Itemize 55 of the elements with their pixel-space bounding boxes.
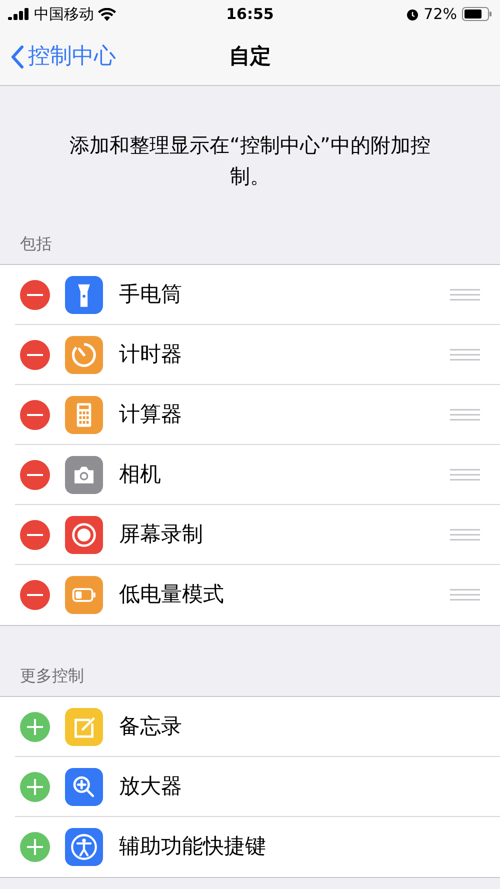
control-label: 备忘录: [119, 713, 183, 740]
battery-percent: 72%: [424, 4, 457, 25]
control-row[interactable]: 相机: [0, 445, 500, 505]
section-header: 包括: [20, 234, 52, 253]
clock-text: 16:55: [226, 4, 274, 25]
accessibility-icon: [65, 828, 103, 866]
back-button[interactable]: 控制中心: [0, 40, 116, 73]
battery-icon: [462, 7, 492, 21]
drag-handle-icon[interactable]: [450, 589, 480, 601]
description-text: 添加和整理显示在“控制中心”中的附加控制。: [70, 133, 430, 188]
magnifier-icon: [65, 768, 103, 806]
signal-icon: [8, 8, 30, 20]
record-icon: [65, 516, 103, 554]
timer-icon: [65, 336, 103, 374]
control-row[interactable]: 计时器: [0, 325, 500, 385]
control-label: 放大器: [119, 773, 183, 800]
note-icon: [65, 708, 103, 746]
drag-handle-icon[interactable]: [450, 469, 480, 481]
control-row[interactable]: 计算器: [0, 385, 500, 445]
remove-icon[interactable]: [20, 580, 50, 610]
flashlight-icon: [65, 276, 103, 314]
calculator-icon: [65, 396, 103, 434]
alarm-icon: [406, 8, 419, 20]
page-title: 自定: [229, 42, 271, 70]
control-row[interactable]: 手电筒: [0, 265, 500, 325]
battery-icon: [65, 576, 103, 614]
wifi-icon: [98, 8, 116, 20]
remove-icon[interactable]: [20, 400, 50, 430]
remove-icon[interactable]: [20, 340, 50, 370]
drag-handle-icon[interactable]: [450, 409, 480, 421]
control-label: 手电筒: [119, 281, 183, 308]
add-icon[interactable]: [20, 772, 50, 802]
drag-handle-icon[interactable]: [450, 349, 480, 361]
control-row[interactable]: 低电量模式: [0, 565, 500, 625]
control-label: 计算器: [119, 401, 183, 428]
remove-icon[interactable]: [20, 460, 50, 490]
add-icon[interactable]: [20, 832, 50, 862]
drag-handle-icon[interactable]: [450, 289, 480, 301]
control-label: 计时器: [119, 341, 183, 368]
control-label: 相机: [119, 461, 162, 488]
remove-icon[interactable]: [20, 520, 50, 550]
add-icon[interactable]: [20, 712, 50, 742]
drag-handle-icon[interactable]: [450, 529, 480, 541]
remove-icon[interactable]: [20, 280, 50, 310]
camera-icon: [65, 456, 103, 494]
section-header: 更多控制: [20, 666, 84, 685]
control-label: 屏幕录制: [119, 521, 204, 548]
control-row[interactable]: 放大器: [0, 757, 500, 817]
chevron-left-icon: [10, 44, 24, 68]
control-row[interactable]: 屏幕录制: [0, 505, 500, 565]
control-label: 低电量模式: [119, 581, 225, 608]
control-row[interactable]: 辅助功能快捷键: [0, 817, 500, 877]
carrier-text: 中国移动: [34, 4, 94, 25]
control-row[interactable]: 备忘录: [0, 697, 500, 757]
control-label: 辅助功能快捷键: [119, 833, 267, 860]
